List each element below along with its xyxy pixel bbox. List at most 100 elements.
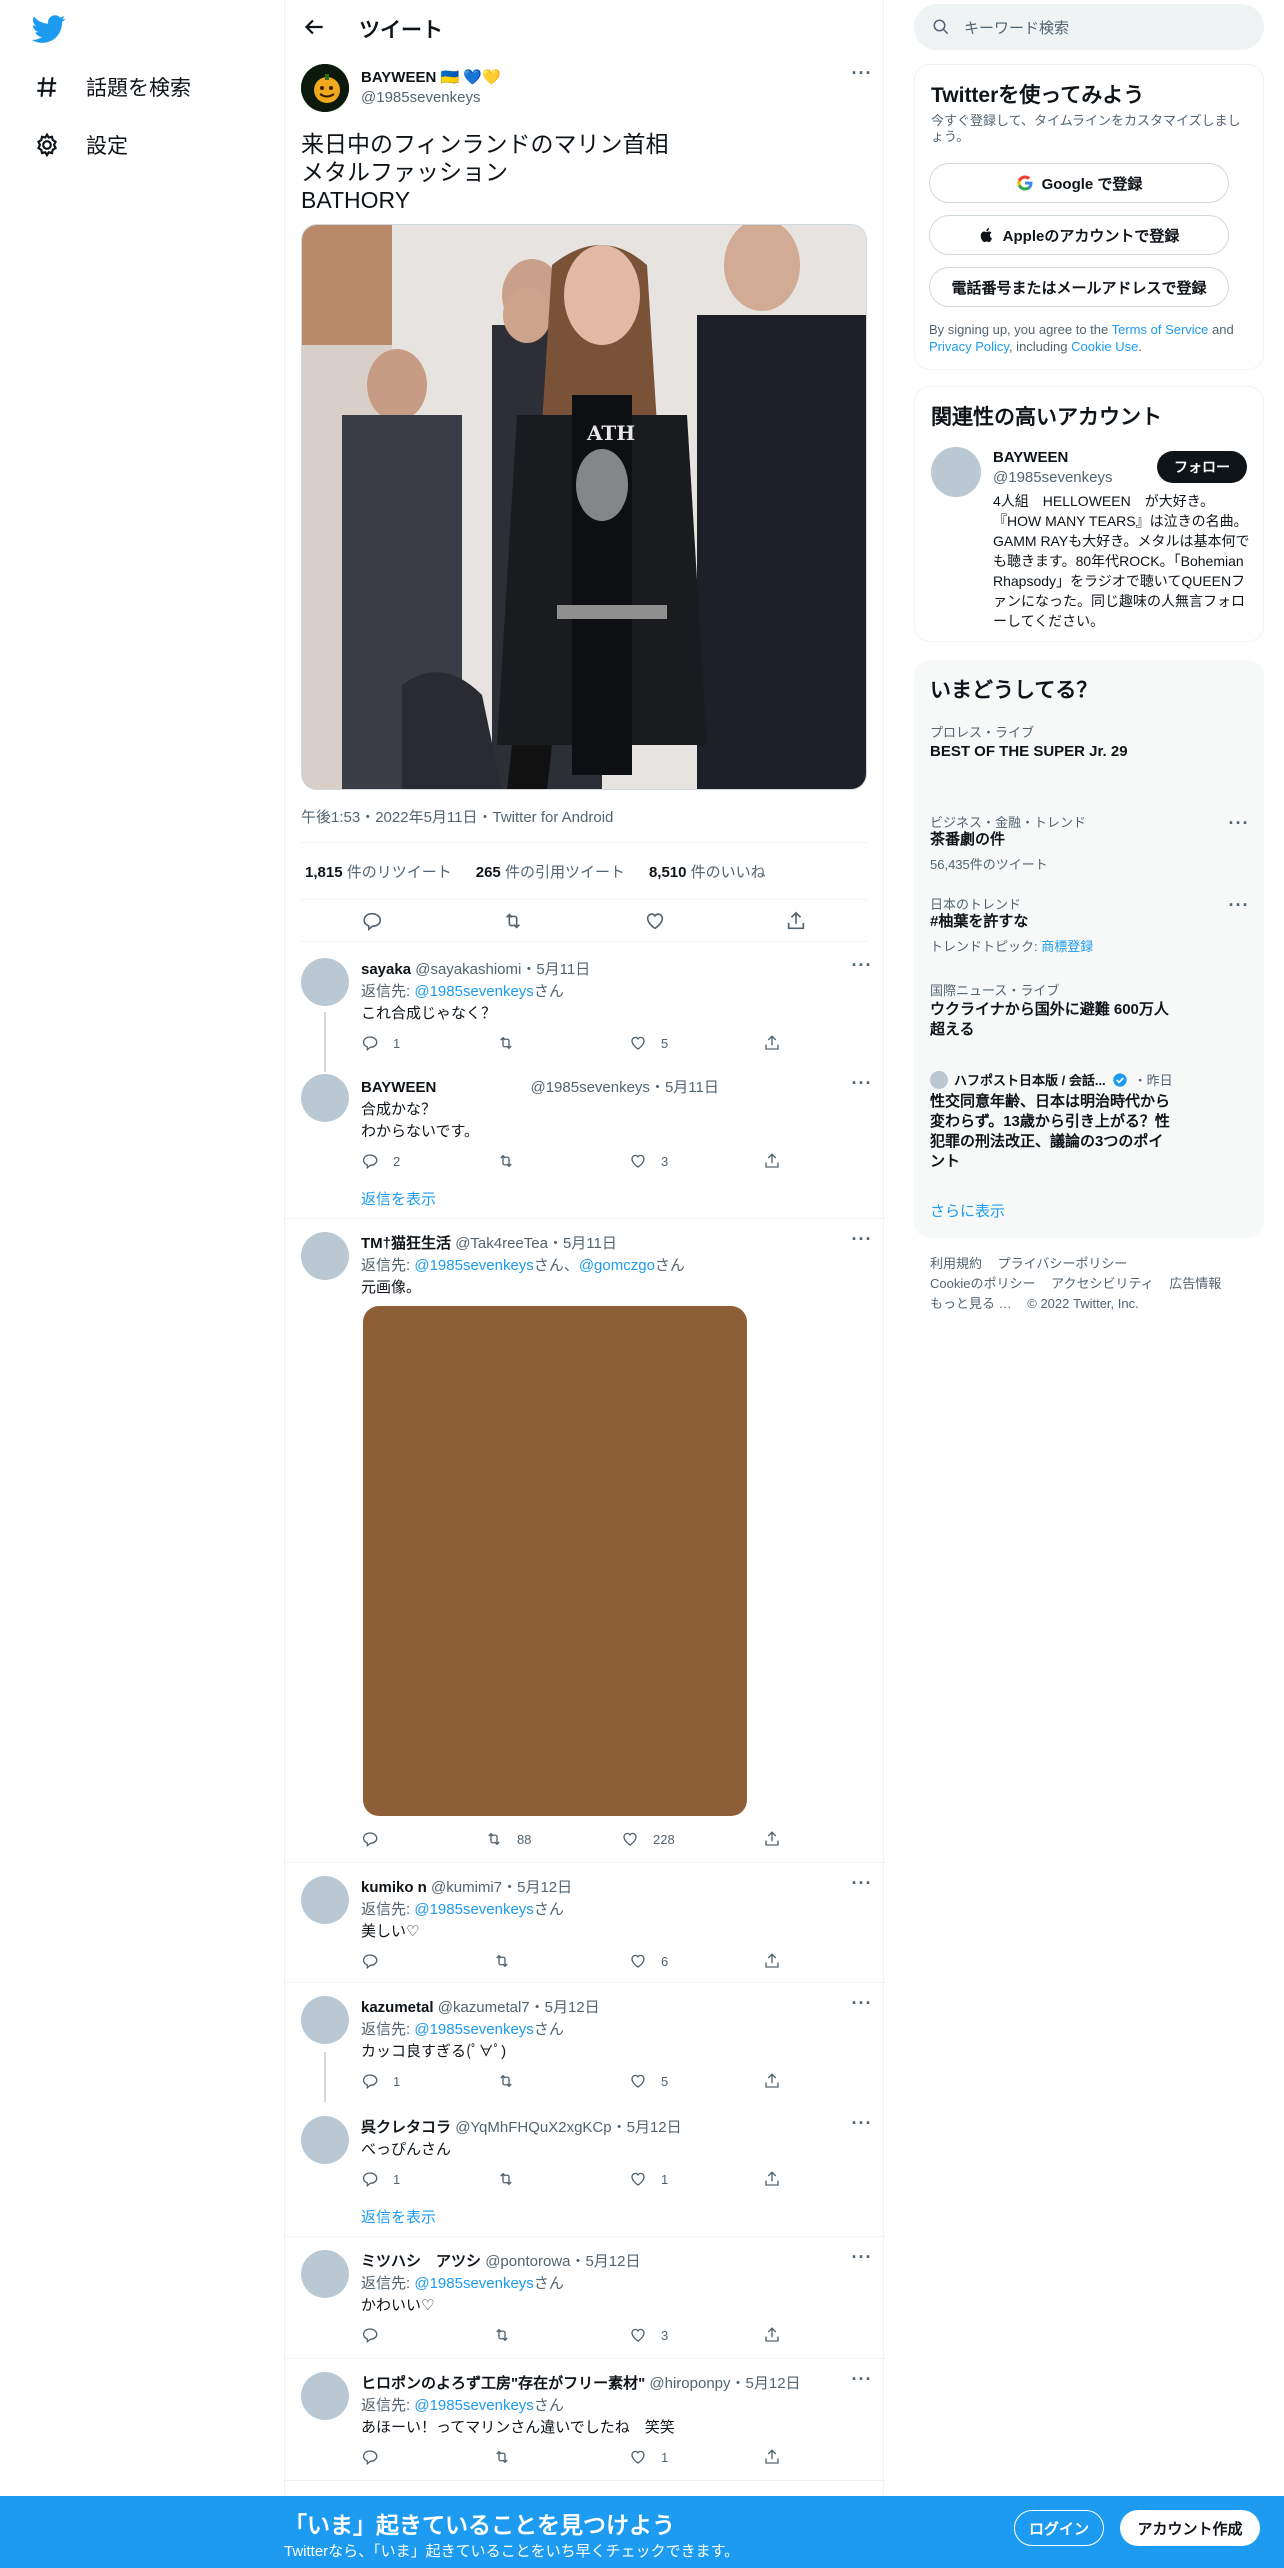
reply-tweet[interactable]: kumiko n @kumimi7・5月12日 ··· 返信先: @1985se… xyxy=(285,1862,885,1982)
author-handle[interactable]: @1985sevenkeys xyxy=(361,89,480,106)
footer-link[interactable]: プライバシーポリシー xyxy=(998,1256,1128,1271)
reply-button[interactable] xyxy=(361,2326,393,2344)
reply-button[interactable] xyxy=(361,1952,393,1970)
related-handle[interactable]: @1985sevenkeys xyxy=(993,469,1112,486)
share-button[interactable] xyxy=(763,2448,781,2466)
reply-tweet[interactable]: kazumetal @kazumetal7・5月12日 ··· 返信先: @19… xyxy=(285,1982,885,2102)
tweet-photo[interactable]: ATH xyxy=(301,224,867,790)
twitter-logo-icon[interactable] xyxy=(32,12,66,46)
like-button[interactable]: 5 xyxy=(629,1034,668,1052)
quote-stat[interactable]: 265 件の引用ツイート xyxy=(476,861,625,882)
share-icon[interactable] xyxy=(785,910,807,932)
retweet-button[interactable] xyxy=(493,2448,525,2466)
retweet-button[interactable] xyxy=(497,1034,529,1052)
more-options-icon[interactable]: ··· xyxy=(851,2370,873,2396)
show-replies-link[interactable]: 返信を表示 xyxy=(361,1188,436,1209)
mention-link[interactable]: @1985sevenkeys xyxy=(414,1901,533,1918)
reply-tweet[interactable]: sayaka @sayakashiomi・5月11日 ··· 返信先: @198… xyxy=(285,942,885,1072)
retweet-button[interactable] xyxy=(497,2170,529,2188)
reply-icon[interactable] xyxy=(361,910,383,932)
author-name[interactable]: BAYWEEN 🇺🇦 💙💛 xyxy=(361,68,501,86)
reply-button[interactable] xyxy=(361,2448,393,2466)
search-box[interactable]: キーワード検索 xyxy=(914,4,1264,50)
reply-button[interactable]: 1 xyxy=(361,2072,400,2090)
related-name[interactable]: BAYWEEN xyxy=(993,449,1068,466)
more-options-icon[interactable]: ··· xyxy=(851,956,873,982)
avatar[interactable] xyxy=(301,1876,349,1924)
show-replies-link[interactable]: 返信を表示 xyxy=(361,2206,436,2227)
cookie-link[interactable]: Cookie Use xyxy=(1071,339,1138,354)
privacy-link[interactable]: Privacy Policy xyxy=(929,339,1009,354)
tweet-timestamp[interactable]: 午後1:53・2022年5月11日・Twitter for Android xyxy=(301,806,613,827)
like-button[interactable]: 3 xyxy=(629,1152,668,1170)
footer-link[interactable]: 利用規約 xyxy=(930,1256,982,1271)
more-options-icon[interactable]: ··· xyxy=(1228,814,1250,840)
share-button[interactable] xyxy=(763,1152,781,1170)
reply-photo[interactable] xyxy=(363,1306,747,1816)
share-button[interactable] xyxy=(763,2170,781,2188)
mention-link[interactable]: @1985sevenkeys xyxy=(414,2021,533,2038)
retweet-button[interactable] xyxy=(497,2072,529,2090)
nav-explore[interactable]: 話題を検索 xyxy=(34,72,191,102)
mention-link[interactable]: @gomczgo xyxy=(579,1257,655,1274)
show-more-link[interactable]: さらに表示 xyxy=(930,1200,1005,1221)
footer-link[interactable]: もっと見る … xyxy=(930,1296,1012,1311)
apple-signup-button[interactable]: Appleのアカウントで登録 xyxy=(929,215,1229,255)
footer-link[interactable]: アクセシビリティ xyxy=(1051,1276,1154,1291)
retweet-button[interactable]: 88 xyxy=(485,1830,531,1848)
retweet-icon[interactable] xyxy=(502,910,524,932)
mention-link[interactable]: @1985sevenkeys xyxy=(414,983,533,1000)
reply-button[interactable]: 2 xyxy=(361,1152,400,1170)
trend-topic-link[interactable]: 商標登録 xyxy=(1041,939,1093,954)
nav-settings[interactable]: 設定 xyxy=(34,130,128,160)
avatar[interactable] xyxy=(301,2250,349,2298)
like-button[interactable]: 1 xyxy=(629,2448,668,2466)
avatar[interactable] xyxy=(301,1232,349,1280)
reply-tweet[interactable]: 呉クレタコラ @YqMhFHQuX2xgKCp・5月12日 ··· べっぴんさん… xyxy=(285,2102,885,2238)
retweet-stat[interactable]: 1,815 件のリツイート xyxy=(305,861,452,882)
avatar[interactable] xyxy=(301,2372,349,2420)
share-button[interactable] xyxy=(763,2072,781,2090)
avatar[interactable] xyxy=(301,1996,349,2044)
retweet-button[interactable] xyxy=(497,1152,529,1170)
retweet-button[interactable] xyxy=(493,1952,525,1970)
more-options-icon[interactable]: ··· xyxy=(1228,896,1250,922)
more-options-icon[interactable]: ··· xyxy=(851,1074,873,1100)
follow-button[interactable]: フォロー xyxy=(1157,451,1247,483)
reply-button[interactable]: 1 xyxy=(361,1034,400,1052)
like-button[interactable]: 3 xyxy=(629,2326,668,2344)
like-button[interactable]: 1 xyxy=(629,2170,668,2188)
related-avatar[interactable] xyxy=(931,447,981,497)
like-button[interactable]: 6 xyxy=(629,1952,668,1970)
like-stat[interactable]: 8,510 件のいいね xyxy=(649,861,766,882)
reply-button[interactable] xyxy=(361,1830,393,1848)
more-options-icon[interactable]: ··· xyxy=(851,2114,873,2140)
mention-link[interactable]: @1985sevenkeys xyxy=(414,2397,533,2414)
avatar[interactable] xyxy=(301,1074,349,1122)
terms-link[interactable]: Terms of Service xyxy=(1112,322,1209,337)
retweet-button[interactable] xyxy=(493,2326,525,2344)
reply-tweet[interactable]: ミツハシ アツシ @pontorowa・5月12日 ··· 返信先: @1985… xyxy=(285,2236,885,2358)
author-avatar[interactable] xyxy=(301,64,349,112)
avatar[interactable] xyxy=(301,958,349,1006)
more-options-icon[interactable]: ··· xyxy=(851,64,873,90)
reply-tweet[interactable]: TM†猫狂生活 @Tak4reeTea・5月11日 ··· 返信先: @1985… xyxy=(285,1218,885,1862)
mention-link[interactable]: @1985sevenkeys xyxy=(414,2275,533,2292)
footer-link[interactable]: Cookieのポリシー xyxy=(930,1276,1035,1291)
avatar[interactable] xyxy=(301,2116,349,2164)
mention-link[interactable]: @1985sevenkeys xyxy=(414,1257,533,1274)
like-button[interactable]: 228 xyxy=(621,1830,675,1848)
share-button[interactable] xyxy=(763,1034,781,1052)
phone-email-signup-button[interactable]: 電話番号またはメールアドレスで登録 xyxy=(929,267,1229,307)
footer-link[interactable]: 広告情報 xyxy=(1169,1276,1221,1291)
like-button[interactable]: 5 xyxy=(629,2072,668,2090)
more-options-icon[interactable]: ··· xyxy=(851,1994,873,2020)
back-arrow-icon[interactable] xyxy=(301,14,327,40)
more-options-icon[interactable]: ··· xyxy=(851,2248,873,2274)
share-button[interactable] xyxy=(763,1952,781,1970)
reply-tweet[interactable]: BAYWEEN @1985sevenkeys・5月11日 ··· 合成かな？ わ… xyxy=(285,1072,885,1220)
more-options-icon[interactable]: ··· xyxy=(851,1874,873,1900)
more-options-icon[interactable]: ··· xyxy=(851,1230,873,1256)
signup-button[interactable]: アカウント作成 xyxy=(1120,2510,1260,2546)
reply-tweet[interactable]: ヒロポンのよろず工房"存在がフリー素材" @hiroponpy・5月12日 ··… xyxy=(285,2358,885,2480)
